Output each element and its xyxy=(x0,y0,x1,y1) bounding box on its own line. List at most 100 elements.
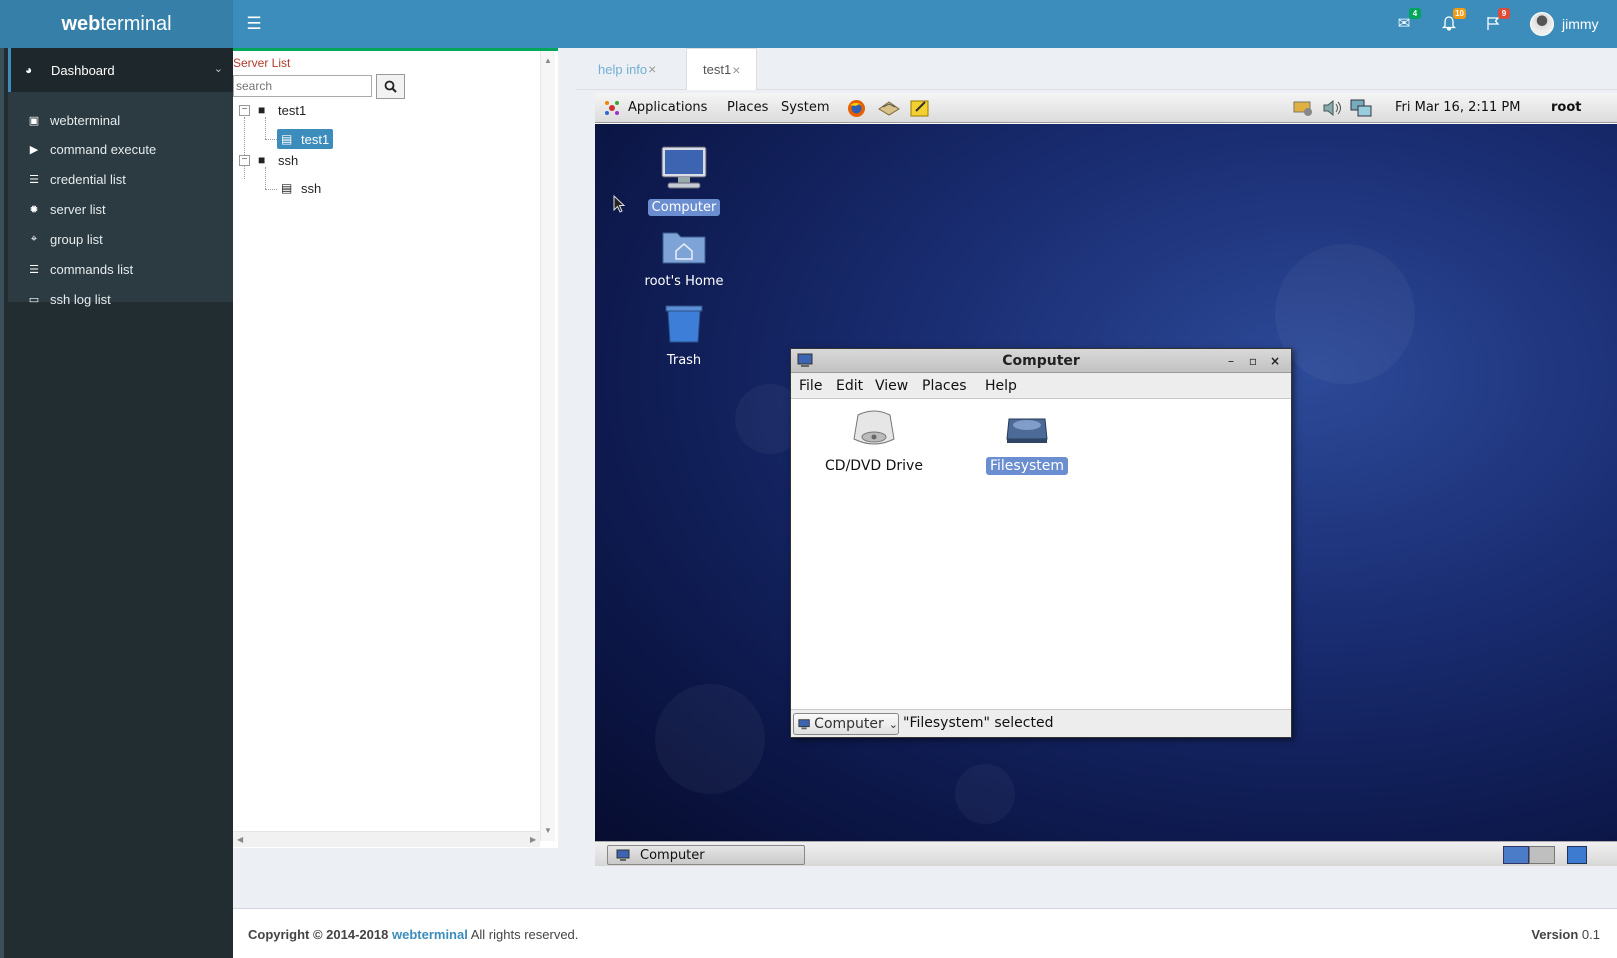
tree-server-ssh[interactable]: ▤ ssh xyxy=(281,177,321,199)
gnome-foot-icon[interactable] xyxy=(603,99,621,121)
vertical-scrollbar[interactable]: ▲ ▼ xyxy=(540,51,555,841)
minimize-button[interactable]: – xyxy=(1223,353,1239,369)
panel-title: Server List xyxy=(233,56,291,70)
menu-view[interactable]: View xyxy=(875,378,908,394)
footer-brand-link[interactable]: webterminal xyxy=(392,927,468,942)
sidebar: ◕ Dashboard ⌄ ▣ webterminal ▶ command ex… xyxy=(0,48,237,958)
taskbar-window-button[interactable]: Computer xyxy=(607,845,805,865)
maximize-button[interactable]: ▫ xyxy=(1245,353,1261,369)
location-select-value: Computer xyxy=(814,716,884,732)
desktop-background[interactable]: Computer root's Home Trash Computer – ▫ … xyxy=(595,124,1617,841)
file-manager-window[interactable]: Computer – ▫ × File Edit View Places Hel… xyxy=(790,348,1292,738)
scroll-left-icon[interactable]: ◀ xyxy=(237,835,243,844)
wallpaper-bubble xyxy=(655,684,765,794)
sidebar-item-dashboard[interactable]: ◕ Dashboard ⌄ xyxy=(8,48,237,92)
tree-connector xyxy=(265,139,277,140)
crop-icon: ⌖ xyxy=(30,232,38,245)
search-button[interactable] xyxy=(376,74,405,99)
desktop-icon-trash[interactable]: Trash xyxy=(639,302,729,369)
tree-node-label: ssh xyxy=(301,180,322,196)
computer-icon xyxy=(616,849,630,861)
window-titlebar[interactable]: Computer – ▫ × xyxy=(791,349,1291,373)
tasks-badge: 9 xyxy=(1498,8,1510,19)
volume-icon[interactable] xyxy=(1322,99,1344,121)
trash-applet-icon[interactable] xyxy=(1567,846,1587,864)
scroll-right-icon[interactable]: ▶ xyxy=(530,835,536,844)
user-menu[interactable]: jimmy xyxy=(1530,12,1599,36)
remote-desktop[interactable]: Applications Places System Fri Mar 16, 2… xyxy=(595,93,1617,866)
tab-test1[interactable]: test1 × xyxy=(686,48,758,90)
scroll-up-icon[interactable]: ▲ xyxy=(544,56,552,65)
file-view[interactable]: CD/DVD Drive Filesystem xyxy=(791,399,1291,709)
menu-applications[interactable]: Applications xyxy=(628,100,707,115)
sidebar-toggle-button[interactable]: ☰ xyxy=(240,12,268,36)
collapse-icon[interactable]: − xyxy=(239,104,250,116)
close-window-button[interactable]: × xyxy=(1267,353,1283,369)
messages-button[interactable]: ✉ 4 xyxy=(1391,8,1421,36)
session-user[interactable]: root xyxy=(1551,100,1582,115)
folder-icon: ■ xyxy=(258,103,266,117)
horizontal-scrollbar[interactable]: ◀ ▶ xyxy=(233,831,540,847)
menu-places[interactable]: Places xyxy=(727,100,768,115)
tree-folder-ssh[interactable]: − ■ ssh xyxy=(239,149,298,171)
desktop-icon-label: Trash xyxy=(666,353,702,368)
sidebar-item-credential-list[interactable]: ☰ credential list xyxy=(8,164,237,194)
tree-folder-label: test1 xyxy=(278,102,307,118)
close-icon[interactable]: × xyxy=(732,62,740,78)
clock[interactable]: Fri Mar 16, 2:11 PM xyxy=(1395,100,1520,115)
computer-icon xyxy=(661,146,707,189)
tree-node-selected[interactable]: ▤ test1 xyxy=(277,129,334,149)
sidebar-item-label: server list xyxy=(50,201,106,217)
mail-client-icon[interactable] xyxy=(878,99,900,121)
app-logo[interactable]: webterminal xyxy=(0,0,233,48)
desktop-icon-home[interactable]: root's Home xyxy=(639,225,729,290)
sidebar-item-commands-list[interactable]: ☰ commands list xyxy=(8,254,237,284)
search-input[interactable] xyxy=(233,75,372,97)
workspace-1-button[interactable] xyxy=(1503,846,1529,864)
sidebar-item-group-list[interactable]: ⌖ group list xyxy=(8,224,237,254)
firefox-icon[interactable] xyxy=(847,99,866,122)
sidebar-item-ssh-log-list[interactable]: ▭ ssh log list xyxy=(8,284,237,314)
file-item-cd-drive[interactable]: CD/DVD Drive xyxy=(819,409,929,475)
network-icon[interactable] xyxy=(1350,99,1372,121)
network-updates-icon[interactable] xyxy=(1292,99,1314,121)
window-menubar: File Edit View Places Help xyxy=(791,373,1291,399)
scroll-down-icon[interactable]: ▼ xyxy=(544,826,552,835)
gear-icon: ✹ xyxy=(29,203,39,216)
sidebar-item-label: Dashboard xyxy=(51,62,115,78)
gnome-bottom-panel: Computer xyxy=(595,841,1617,866)
tab-help-info[interactable]: help info × xyxy=(576,48,678,90)
home-folder-icon xyxy=(662,232,706,264)
messages-badge: 4 xyxy=(1409,8,1421,19)
sidebar-item-server-list[interactable]: ✹ server list xyxy=(8,194,237,224)
sidebar-item-webterminal[interactable]: ▣ webterminal xyxy=(8,105,237,135)
notes-icon[interactable] xyxy=(910,99,930,121)
menu-help[interactable]: Help xyxy=(985,378,1017,394)
file-item-filesystem[interactable]: Filesystem xyxy=(972,409,1082,475)
copyright: Copyright © 2014-2018 webterminal All ri… xyxy=(248,927,579,942)
tasks-button[interactable]: 9 xyxy=(1480,8,1510,36)
collapse-icon[interactable]: − xyxy=(239,154,250,166)
close-icon[interactable]: × xyxy=(648,61,656,77)
harddisk-icon xyxy=(1006,418,1048,443)
tree-connector xyxy=(265,189,277,190)
desktop-icon-computer[interactable]: Computer xyxy=(639,145,729,216)
chevron-down-icon: ⌄ xyxy=(213,63,223,75)
menu-system[interactable]: System xyxy=(781,100,829,115)
notifications-button[interactable]: 10 xyxy=(1436,8,1466,36)
tree-folder-test1[interactable]: − ■ test1 xyxy=(239,99,306,121)
dashboard-icon: ◕ xyxy=(25,63,33,77)
menu-file[interactable]: File xyxy=(799,378,822,394)
sidebar-item-label: webterminal xyxy=(50,112,121,128)
computer-icon xyxy=(798,718,810,729)
location-select[interactable]: Computer ⌄ xyxy=(793,713,899,735)
sidebar-item-command-execute[interactable]: ▶ command execute xyxy=(8,134,237,164)
workspace-2-button[interactable] xyxy=(1529,846,1555,864)
tree-server-test1[interactable]: ▤ test1 xyxy=(277,128,334,150)
user-name: jimmy xyxy=(1562,16,1599,32)
menu-edit[interactable]: Edit xyxy=(836,378,863,394)
laptop-icon: ▣ xyxy=(28,114,40,127)
menu-places[interactable]: Places xyxy=(922,378,967,394)
play-icon: ▶ xyxy=(29,143,39,156)
file-item-label: Filesystem xyxy=(985,457,1069,475)
